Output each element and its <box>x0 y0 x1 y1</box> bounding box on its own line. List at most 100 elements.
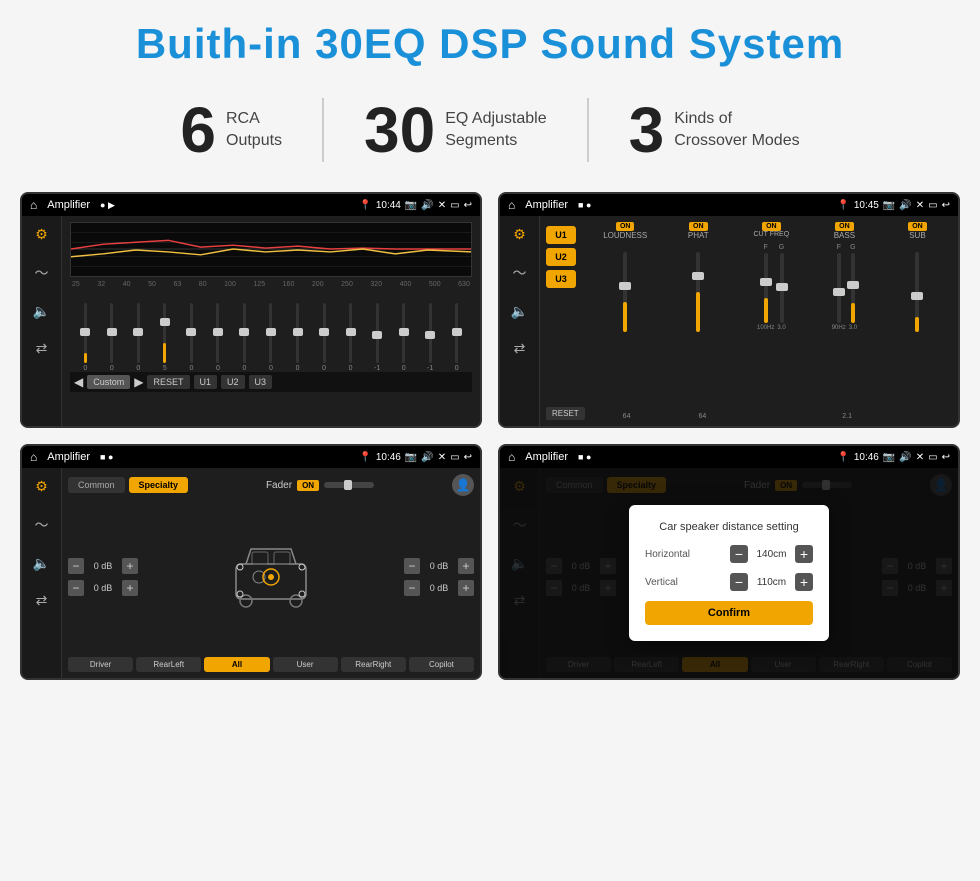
db-minus-rr[interactable]: − <box>404 580 420 596</box>
dialog-status-icons: 📍 10:46 📷 🔊 ✕ ▭ ↩ <box>837 452 950 463</box>
sub-on-badge[interactable]: ON <box>908 222 927 231</box>
eq-slider-6[interactable]: 0 <box>205 303 232 372</box>
eq-slider-12[interactable]: -1 <box>364 303 391 372</box>
crossover-back-icon[interactable]: ↩ <box>942 200 950 211</box>
speaker-status-bar: ⌂ Amplifier ■ ● 📍 10:46 📷 🔊 ✕ ▭ ↩ <box>22 446 480 468</box>
eq-slider-10[interactable]: 0 <box>311 303 338 372</box>
db-minus-fr[interactable]: − <box>404 558 420 574</box>
eq-slider-14[interactable]: -1 <box>417 303 444 372</box>
crossover-reset-btn[interactable]: RESET <box>546 407 585 420</box>
crossover-preset-u1[interactable]: U1 <box>546 226 576 244</box>
crossover-status-dots: ■ ● <box>578 200 591 210</box>
db-minus-rl[interactable]: − <box>68 580 84 596</box>
horizontal-plus-btn[interactable]: + <box>795 545 813 563</box>
crossover-arrow-icon[interactable]: ⇄ <box>514 340 526 357</box>
speaker-btn-user[interactable]: User <box>273 657 338 672</box>
sp-arrow-icon[interactable]: ⇄ <box>36 592 48 609</box>
speaker-tab-specialty[interactable]: Specialty <box>129 477 189 493</box>
eq-slider-1[interactable]: 0 <box>72 303 99 372</box>
eq-preset-custom[interactable]: Custom <box>87 375 130 389</box>
eq-u1-btn[interactable]: U1 <box>194 375 218 389</box>
dialog-time: 10:46 <box>854 452 879 463</box>
crossover-filter-icon[interactable]: ⚙ <box>513 226 526 243</box>
eq-next-btn[interactable]: ▶ <box>134 375 143 389</box>
crossover-wave-icon[interactable]: 〜 <box>513 263 527 283</box>
db-value-rr: 0 dB <box>424 583 454 593</box>
db-value-rl: 0 dB <box>88 583 118 593</box>
dialog-home-icon[interactable]: ⌂ <box>508 450 515 464</box>
eq-wave-icon[interactable]: 〜 <box>35 263 49 283</box>
eq-arrow-icon[interactable]: ⇄ <box>36 340 48 357</box>
db-plus-rr[interactable]: + <box>458 580 474 596</box>
dialog-overlay: Car speaker distance setting Horizontal … <box>500 468 958 678</box>
speaker-location-icon: 📍 <box>359 452 371 463</box>
eq-filter-icon[interactable]: ⚙ <box>35 226 48 243</box>
fader-label: Fader <box>266 480 292 491</box>
phat-sliders <box>664 244 733 409</box>
horizontal-minus-btn[interactable]: − <box>730 545 748 563</box>
fader-on-badge[interactable]: ON <box>297 480 319 491</box>
dialog-back-icon[interactable]: ↩ <box>942 452 950 463</box>
speaker-btn-rearleft[interactable]: RearLeft <box>136 657 201 672</box>
eq-slider-9[interactable]: 0 <box>284 303 311 372</box>
eq-slider-8[interactable]: 0 <box>258 303 285 372</box>
db-plus-fl[interactable]: + <box>122 558 138 574</box>
eq-prev-btn[interactable]: ◀ <box>74 375 83 389</box>
db-minus-fl[interactable]: − <box>68 558 84 574</box>
sp-filter-icon[interactable]: ⚙ <box>35 478 48 495</box>
speaker-app-title: Amplifier <box>47 451 90 463</box>
channel-sub: ON SUB <box>883 222 952 240</box>
db-plus-rl[interactable]: + <box>122 580 138 596</box>
eq-slider-2[interactable]: 0 <box>99 303 126 372</box>
speaker-tab-common[interactable]: Common <box>68 477 125 493</box>
crossover-speaker-icon[interactable]: 🔈 <box>511 303 528 320</box>
db-plus-fr[interactable]: + <box>458 558 474 574</box>
speaker-back-icon[interactable]: ↩ <box>464 452 472 463</box>
horizontal-label: Horizontal <box>645 549 690 560</box>
sp-wave-icon[interactable]: 〜 <box>35 515 49 535</box>
eq-back-icon[interactable]: ↩ <box>464 200 472 211</box>
eq-slider-3[interactable]: 0 <box>125 303 152 372</box>
vertical-plus-btn[interactable]: + <box>795 573 813 591</box>
crossover-screen: ⌂ Amplifier ■ ● 📍 10:45 📷 🔊 ✕ ▭ ↩ ⚙ 〜 🔈 … <box>498 192 960 428</box>
eq-reset-btn[interactable]: RESET <box>147 375 189 389</box>
vertical-row: Vertical − 110cm + <box>645 573 813 591</box>
eq-speaker-icon[interactable]: 🔈 <box>33 303 50 320</box>
bass-sliders: F 90Hz G <box>810 244 879 409</box>
eq-slider-5[interactable]: 0 <box>178 303 205 372</box>
channel-bass: ON BASS <box>810 222 879 240</box>
eq-slider-7[interactable]: 0 <box>231 303 258 372</box>
loudness-on-badge[interactable]: ON <box>616 222 635 231</box>
phat-on-badge[interactable]: ON <box>689 222 708 231</box>
crossover-home-icon[interactable]: ⌂ <box>508 198 515 212</box>
speaker-btn-copilot[interactable]: Copilot <box>409 657 474 672</box>
profile-icon[interactable]: 👤 <box>452 474 474 496</box>
db-control-fl: − 0 dB + <box>68 558 138 574</box>
speaker-btn-rearright[interactable]: RearRight <box>341 657 406 672</box>
vertical-value: 110cm <box>754 577 789 588</box>
crossover-preset-u3[interactable]: U3 <box>546 270 576 288</box>
eq-slider-4[interactable]: 5 <box>152 303 179 372</box>
vertical-minus-btn[interactable]: − <box>730 573 748 591</box>
dialog-location-icon: 📍 <box>837 452 849 463</box>
eq-window-icon: ▭ <box>450 200 459 211</box>
speaker-home-icon[interactable]: ⌂ <box>30 450 37 464</box>
fader-slider[interactable] <box>324 482 374 488</box>
eq-u3-btn[interactable]: U3 <box>249 375 273 389</box>
cutfreq-on-badge[interactable]: ON <box>762 222 781 231</box>
confirm-button[interactable]: Confirm <box>645 601 813 625</box>
speaker-volume-icon: 🔊 <box>421 452 433 463</box>
crossover-preset-u2[interactable]: U2 <box>546 248 576 266</box>
channel-phat: ON PHAT <box>664 222 733 240</box>
home-icon[interactable]: ⌂ <box>30 198 37 212</box>
sp-speaker-icon[interactable]: 🔈 <box>33 555 50 572</box>
eq-slider-11[interactable]: 0 <box>337 303 364 372</box>
features-row: 6 RCAOutputs 30 EQ AdjustableSegments 3 … <box>20 98 960 162</box>
eq-u2-btn[interactable]: U2 <box>221 375 245 389</box>
speaker-btn-all[interactable]: All <box>204 657 269 672</box>
eq-slider-13[interactable]: 0 <box>390 303 417 372</box>
speaker-btn-driver[interactable]: Driver <box>68 657 133 672</box>
bass-on-badge[interactable]: ON <box>835 222 854 231</box>
eq-status-icons: 📍 10:44 📷 🔊 ✕ ▭ ↩ <box>359 200 472 211</box>
eq-slider-15[interactable]: 0 <box>443 303 470 372</box>
